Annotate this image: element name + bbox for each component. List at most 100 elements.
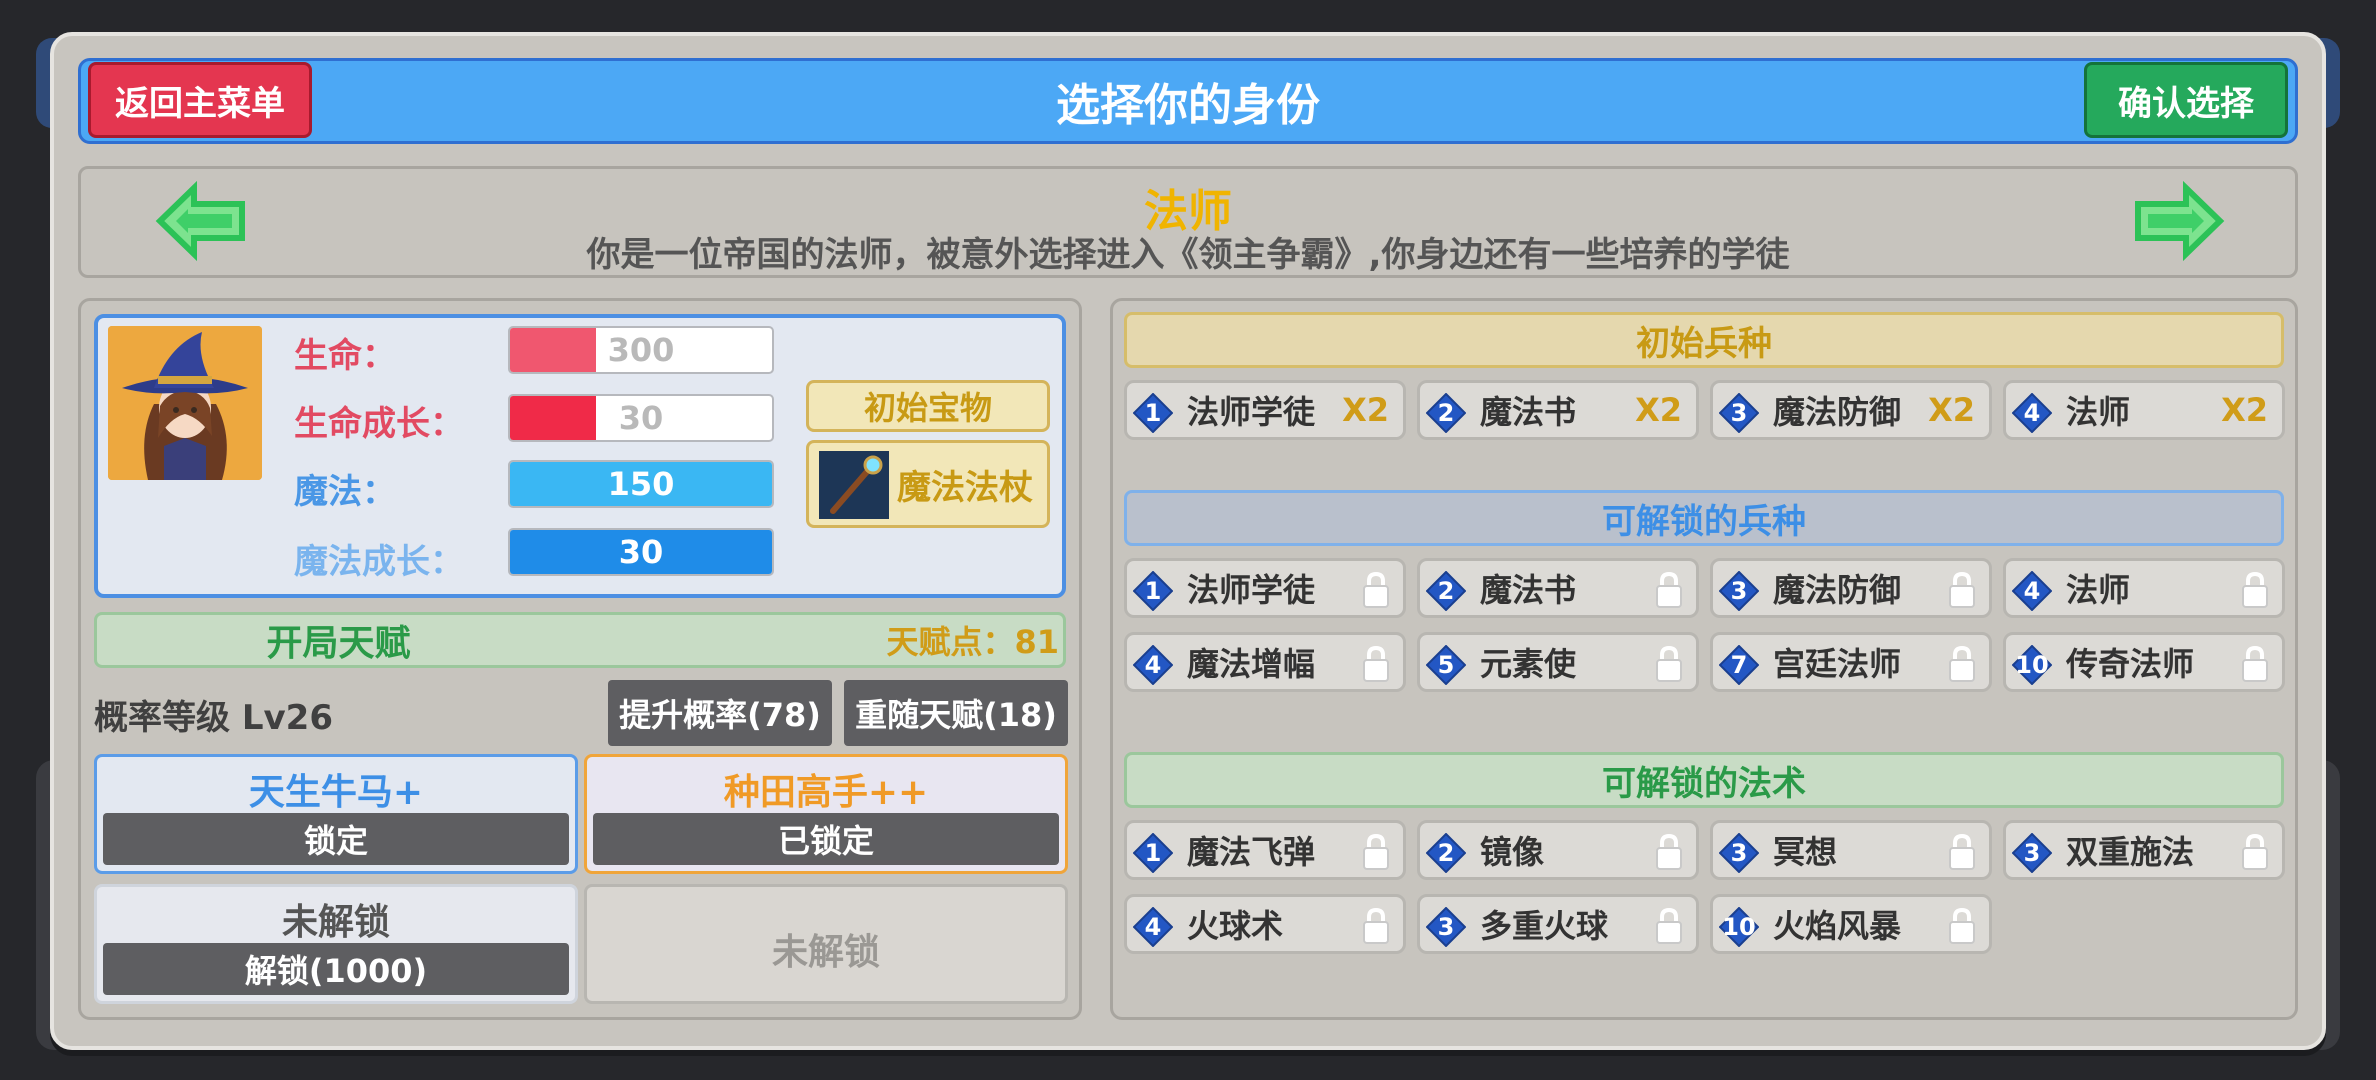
unit-slot[interactable]: 5 元素使 (1417, 632, 1699, 692)
unit-name: 冥想 (1773, 833, 1838, 871)
unit-slot[interactable]: 4 魔法增幅 (1124, 632, 1406, 692)
unit-slot[interactable]: 4 法师 X2 (2003, 380, 2285, 440)
unit-name: 火焰风暴 (1773, 907, 1902, 945)
level-badge-icon: 7 (1719, 645, 1759, 685)
unit-slot[interactable]: 3 魔法防御 (1710, 558, 1992, 618)
level-number: 2 (1437, 577, 1455, 605)
level-badge-icon: 3 (1426, 907, 1466, 947)
level-number: 3 (1730, 839, 1748, 867)
unit-slot[interactable]: 3 双重施法 (2003, 820, 2285, 880)
level-badge-icon: 10 (2012, 645, 2052, 685)
unit-name: 魔法书 (1480, 393, 1577, 431)
confirm-selection-button[interactable]: 确认选择 (2084, 62, 2288, 138)
title-bar: 选择你的身份 (78, 58, 2298, 144)
unit-name: 魔法飞弹 (1187, 833, 1316, 871)
class-selector: 法师 你是一位帝国的法师，被意外选择进入《领主争霸》,你身边还有一些培养的学徒 (78, 166, 2298, 278)
level-badge-icon: 3 (1719, 393, 1759, 433)
initial-units-header: 初始兵种 (1124, 312, 2284, 368)
unit-slot[interactable]: 10 火焰风暴 (1710, 894, 1992, 954)
level-badge-icon: 3 (1719, 833, 1759, 873)
reroll-talent-button[interactable]: 重随天赋(18) (844, 680, 1068, 746)
arrow-right-icon[interactable] (2130, 180, 2226, 262)
unit-name: 魔法防御 (1773, 393, 1902, 431)
level-number: 2 (1437, 839, 1455, 867)
level-number: 1 (1144, 839, 1162, 867)
initial-treasure-label: 初始宝物 (806, 380, 1050, 432)
locked-talent-button[interactable]: 已锁定 (593, 813, 1059, 865)
level-badge-icon: 1 (1133, 571, 1173, 611)
unit-slot[interactable]: 1 魔法飞弹 (1124, 820, 1406, 880)
unlockable-units-header: 可解锁的兵种 (1124, 490, 2284, 546)
level-number: 1 (1144, 577, 1162, 605)
unit-name: 传奇法师 (2066, 645, 2195, 683)
stat-label-hp: 生命： (294, 336, 396, 376)
lock-icon (2240, 571, 2270, 609)
unit-name: 法师学徒 (1187, 571, 1316, 609)
unit-slot[interactable]: 2 镜像 (1417, 820, 1699, 880)
lock-icon (2240, 645, 2270, 683)
unit-slot[interactable]: 4 法师 (2003, 558, 2285, 618)
lock-icon (1947, 571, 1977, 609)
lock-icon (1361, 571, 1391, 609)
starting-talent-header: 开局天赋 天赋点：81 (94, 612, 1066, 668)
class-description: 你是一位帝国的法师，被意外选择进入《领主争霸》,你身边还有一些培养的学徒 (586, 235, 1790, 275)
magic-staff-icon (819, 451, 889, 519)
lock-icon (1361, 907, 1391, 945)
unit-name: 法师 (2066, 393, 2131, 431)
lock-icon (1947, 833, 1977, 871)
unit-name: 魔法书 (1480, 571, 1577, 609)
unit-slot[interactable]: 3 魔法防御 X2 (1710, 380, 1992, 440)
unit-slot[interactable]: 3 多重火球 (1417, 894, 1699, 954)
unit-slot[interactable]: 3 冥想 (1710, 820, 1992, 880)
mana-growth-value: 30 (618, 533, 664, 571)
talent-card: 未解锁 解锁(1000) (94, 884, 578, 1004)
level-number: 1 (1144, 399, 1162, 427)
unit-slot[interactable]: 1 法师学徒 X2 (1124, 380, 1406, 440)
raise-probability-button[interactable]: 提升概率(78) (608, 680, 832, 746)
unlockable-spells-header: 可解锁的法术 (1124, 752, 2284, 808)
level-badge-icon: 4 (2012, 571, 2052, 611)
level-number: 4 (1144, 651, 1162, 679)
level-number: 3 (2023, 839, 2041, 867)
talent-card: 天生牛马+ 锁定 (94, 754, 578, 874)
treasure-item[interactable]: 魔法法杖 (806, 440, 1050, 528)
talent-title: 开局天赋 (266, 623, 411, 664)
talent-points: 天赋点：81 (886, 623, 1059, 661)
unit-name: 多重火球 (1480, 907, 1609, 945)
level-number: 10 (1722, 913, 1756, 941)
page-title: 选择你的身份 (1056, 80, 1320, 131)
level-badge-icon: 4 (2012, 393, 2052, 433)
lock-icon (2240, 833, 2270, 871)
unit-name: 火球术 (1187, 907, 1284, 945)
level-badge-icon: 1 (1133, 833, 1173, 873)
hp-growth-value: 30 (618, 399, 664, 437)
level-number: 3 (1730, 399, 1748, 427)
unlock-talent-button[interactable]: 解锁(1000) (103, 943, 569, 995)
lock-icon (1654, 571, 1684, 609)
stat-label-mana: 魔法： (294, 472, 396, 512)
lock-icon (1947, 907, 1977, 945)
level-badge-icon: 2 (1426, 833, 1466, 873)
lock-icon (1654, 645, 1684, 683)
level-badge-icon: 4 (1133, 907, 1173, 947)
lock-icon (1361, 645, 1391, 683)
unit-name: 元素使 (1480, 645, 1577, 683)
unit-slot[interactable]: 4 火球术 (1124, 894, 1406, 954)
lock-icon (1947, 645, 1977, 683)
hp-growth-bar: 30 (508, 394, 774, 442)
hp-bar: 300 (508, 326, 774, 374)
unit-count: X2 (1342, 391, 1389, 429)
unit-slot[interactable]: 7 宫廷法师 (1710, 632, 1992, 692)
unit-slot[interactable]: 2 魔法书 (1417, 558, 1699, 618)
stat-label-hp-growth: 生命成长： (294, 404, 464, 444)
back-to-menu-button[interactable]: 返回主菜单 (88, 62, 312, 138)
lock-icon (1361, 833, 1391, 871)
lock-talent-button[interactable]: 锁定 (103, 813, 569, 865)
arrow-left-icon[interactable] (154, 180, 250, 262)
hero-portrait (108, 326, 262, 480)
level-number: 4 (2023, 577, 2041, 605)
unit-slot[interactable]: 2 魔法书 X2 (1417, 380, 1699, 440)
unit-slot[interactable]: 1 法师学徒 (1124, 558, 1406, 618)
unit-slot[interactable]: 10 传奇法师 (2003, 632, 2285, 692)
talent-name: 天生牛马+ (248, 772, 424, 813)
